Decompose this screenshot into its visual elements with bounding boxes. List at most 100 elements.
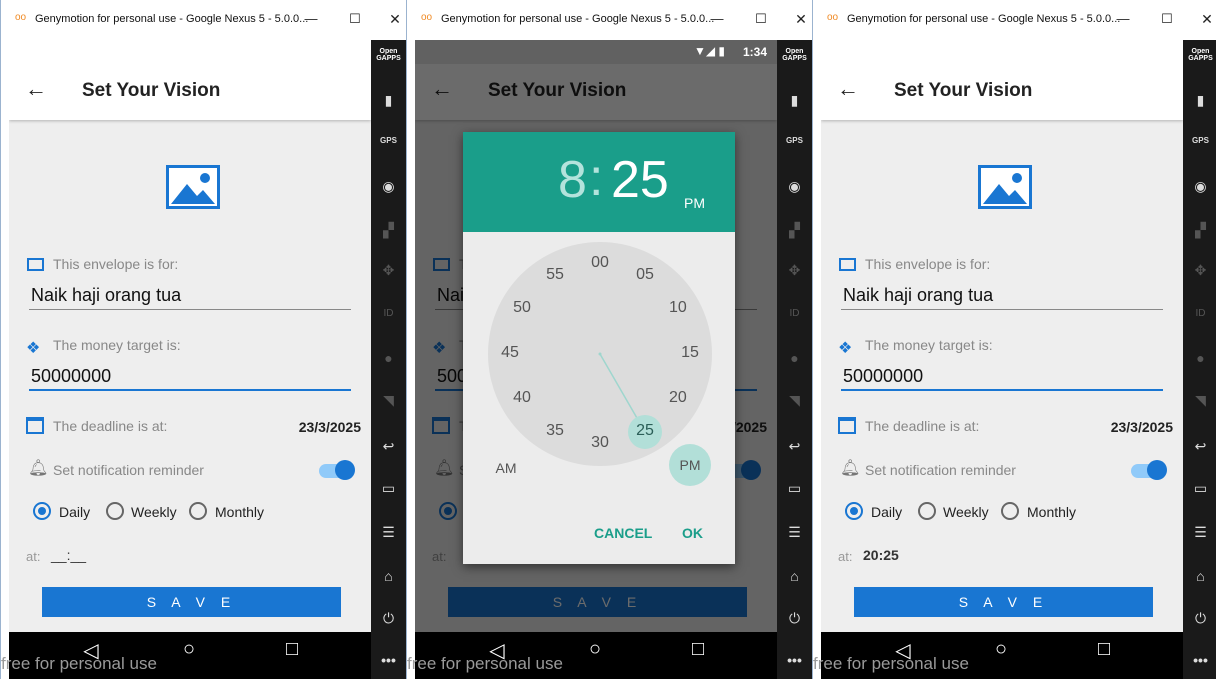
dial-minute-20[interactable]: 20 xyxy=(663,389,693,407)
radio-weekly-label[interactable]: Weekly xyxy=(131,504,177,520)
android-back-icon[interactable]: ↩ xyxy=(371,438,406,455)
nav-recents-icon[interactable]: □ xyxy=(678,638,718,670)
image-placeholder-icon[interactable] xyxy=(166,165,220,209)
dpad-icon[interactable]: ✥ xyxy=(777,262,812,279)
radio-daily[interactable] xyxy=(845,502,863,520)
radio-monthly[interactable] xyxy=(1001,502,1019,520)
envelope-field[interactable]: Naik haji orang tua xyxy=(31,285,181,306)
recent-apps-icon[interactable]: ▭ xyxy=(777,480,812,497)
dial-minute-35[interactable]: 35 xyxy=(540,422,570,440)
gps-icon[interactable]: GPS xyxy=(371,136,406,145)
webcam-icon[interactable]: ◉ xyxy=(777,178,812,195)
radio-daily[interactable] xyxy=(33,502,51,520)
radio-monthly-label[interactable]: Monthly xyxy=(1027,504,1076,520)
radio-weekly-label[interactable]: Weekly xyxy=(943,504,989,520)
dial-minute-25[interactable]: 25 xyxy=(630,422,660,440)
nav-recents-icon[interactable]: □ xyxy=(1084,638,1124,670)
dial-minute-55[interactable]: 55 xyxy=(540,266,570,284)
reminder-toggle[interactable] xyxy=(1131,460,1167,480)
rss-icon[interactable]: ◥ xyxy=(371,392,406,409)
image-placeholder-icon[interactable] xyxy=(978,165,1032,209)
back-arrow-icon[interactable]: ← xyxy=(837,78,859,100)
minimize-button[interactable]: — xyxy=(298,8,324,30)
dpad-icon[interactable]: ✥ xyxy=(1183,262,1216,279)
battery-icon[interactable]: ▮ xyxy=(1183,92,1216,109)
nav-home-icon[interactable]: ○ xyxy=(169,638,209,670)
dial-minute-30[interactable]: 30 xyxy=(585,434,615,452)
window-titlebar[interactable]: oo Genymotion for personal use - Google … xyxy=(407,0,811,40)
minimize-button[interactable]: — xyxy=(1110,8,1136,30)
gps-icon[interactable]: GPS xyxy=(1183,136,1216,145)
open-gapps-icon[interactable]: Open GAPPS xyxy=(1183,48,1216,62)
calendar-icon[interactable] xyxy=(26,417,44,434)
nav-home-icon[interactable]: ○ xyxy=(575,638,615,670)
webcam-icon[interactable]: ◉ xyxy=(371,178,406,195)
save-button[interactable]: S A V E xyxy=(42,587,341,617)
more-icon[interactable]: ••• xyxy=(777,652,812,668)
calendar-icon[interactable] xyxy=(838,417,856,434)
webcam-icon[interactable]: ◉ xyxy=(1183,178,1216,195)
radio-monthly-label[interactable]: Monthly xyxy=(215,504,264,520)
dial-minute-10[interactable]: 10 xyxy=(663,299,693,317)
time-value[interactable]: __:__ xyxy=(51,547,86,563)
gps-icon[interactable]: GPS xyxy=(777,136,812,145)
money-field[interactable]: 50000000 xyxy=(31,366,111,387)
menu-icon[interactable]: ☰ xyxy=(777,524,812,541)
home-icon[interactable]: ⌂ xyxy=(371,568,406,584)
more-icon[interactable]: ••• xyxy=(1183,652,1216,668)
dial-minute-15[interactable]: 15 xyxy=(675,344,705,362)
home-icon[interactable]: ⌂ xyxy=(1183,568,1216,584)
ok-button[interactable]: OK xyxy=(682,525,703,541)
dpad-icon[interactable]: ✥ xyxy=(371,262,406,279)
radio-daily-label[interactable]: Daily xyxy=(871,504,902,520)
android-back-icon[interactable]: ↩ xyxy=(777,438,812,455)
capture-icon[interactable]: ▞ xyxy=(1183,222,1216,239)
capture-icon[interactable]: ▞ xyxy=(777,222,812,239)
save-button[interactable]: S A V E xyxy=(854,587,1153,617)
dial-minute-50[interactable]: 50 xyxy=(507,299,537,317)
ampm-display[interactable]: PM xyxy=(684,195,705,211)
recent-apps-icon[interactable]: ▭ xyxy=(371,480,406,497)
id-icon[interactable]: ID xyxy=(777,308,812,319)
radio-weekly[interactable] xyxy=(918,502,936,520)
nav-home-icon[interactable]: ○ xyxy=(981,638,1021,670)
sd-card-icon[interactable]: ● xyxy=(777,350,812,366)
menu-icon[interactable]: ☰ xyxy=(1183,524,1216,541)
time-value[interactable]: 20:25 xyxy=(863,547,899,563)
deadline-value[interactable]: 23/3/2025 xyxy=(1111,419,1173,435)
window-titlebar[interactable]: oo Genymotion for personal use - Google … xyxy=(1,0,405,40)
close-button[interactable]: ✕ xyxy=(788,8,814,30)
sd-card-icon[interactable]: ● xyxy=(371,350,406,366)
dial-minute-45[interactable]: 45 xyxy=(495,344,525,362)
home-icon[interactable]: ⌂ xyxy=(777,568,812,584)
android-back-icon[interactable]: ↩ xyxy=(1183,438,1216,455)
battery-icon[interactable]: ▮ xyxy=(371,92,406,109)
more-icon[interactable]: ••• xyxy=(371,652,406,668)
capture-icon[interactable]: ▞ xyxy=(371,222,406,239)
deadline-value[interactable]: 23/3/2025 xyxy=(299,419,361,435)
clock-dial[interactable]: 00 05 10 15 20 25 30 35 40 45 50 55 xyxy=(488,242,712,466)
hour-display[interactable]: 8 xyxy=(558,150,587,210)
maximize-button[interactable]: ☐ xyxy=(342,8,368,30)
recent-apps-icon[interactable]: ▭ xyxy=(1183,480,1216,497)
radio-monthly[interactable] xyxy=(189,502,207,520)
power-icon[interactable]: ⏻ xyxy=(1183,610,1216,627)
radio-weekly[interactable] xyxy=(106,502,124,520)
reminder-toggle[interactable] xyxy=(319,460,355,480)
power-icon[interactable]: ⏻ xyxy=(371,610,406,627)
menu-icon[interactable]: ☰ xyxy=(371,524,406,541)
am-button[interactable]: AM xyxy=(485,447,527,489)
money-field[interactable]: 50000000 xyxy=(843,366,923,387)
id-icon[interactable]: ID xyxy=(1183,308,1216,319)
nav-recents-icon[interactable]: □ xyxy=(272,638,312,670)
maximize-button[interactable]: ☐ xyxy=(748,8,774,30)
open-gapps-icon[interactable]: Open GAPPS xyxy=(777,48,812,62)
sd-card-icon[interactable]: ● xyxy=(1183,350,1216,366)
rss-icon[interactable]: ◥ xyxy=(777,392,812,409)
rss-icon[interactable]: ◥ xyxy=(1183,392,1216,409)
back-arrow-icon[interactable]: ← xyxy=(25,78,47,100)
open-gapps-icon[interactable]: Open GAPPS xyxy=(371,48,406,62)
dial-minute-40[interactable]: 40 xyxy=(507,389,537,407)
maximize-button[interactable]: ☐ xyxy=(1154,8,1180,30)
minute-display[interactable]: 25 xyxy=(611,150,669,210)
